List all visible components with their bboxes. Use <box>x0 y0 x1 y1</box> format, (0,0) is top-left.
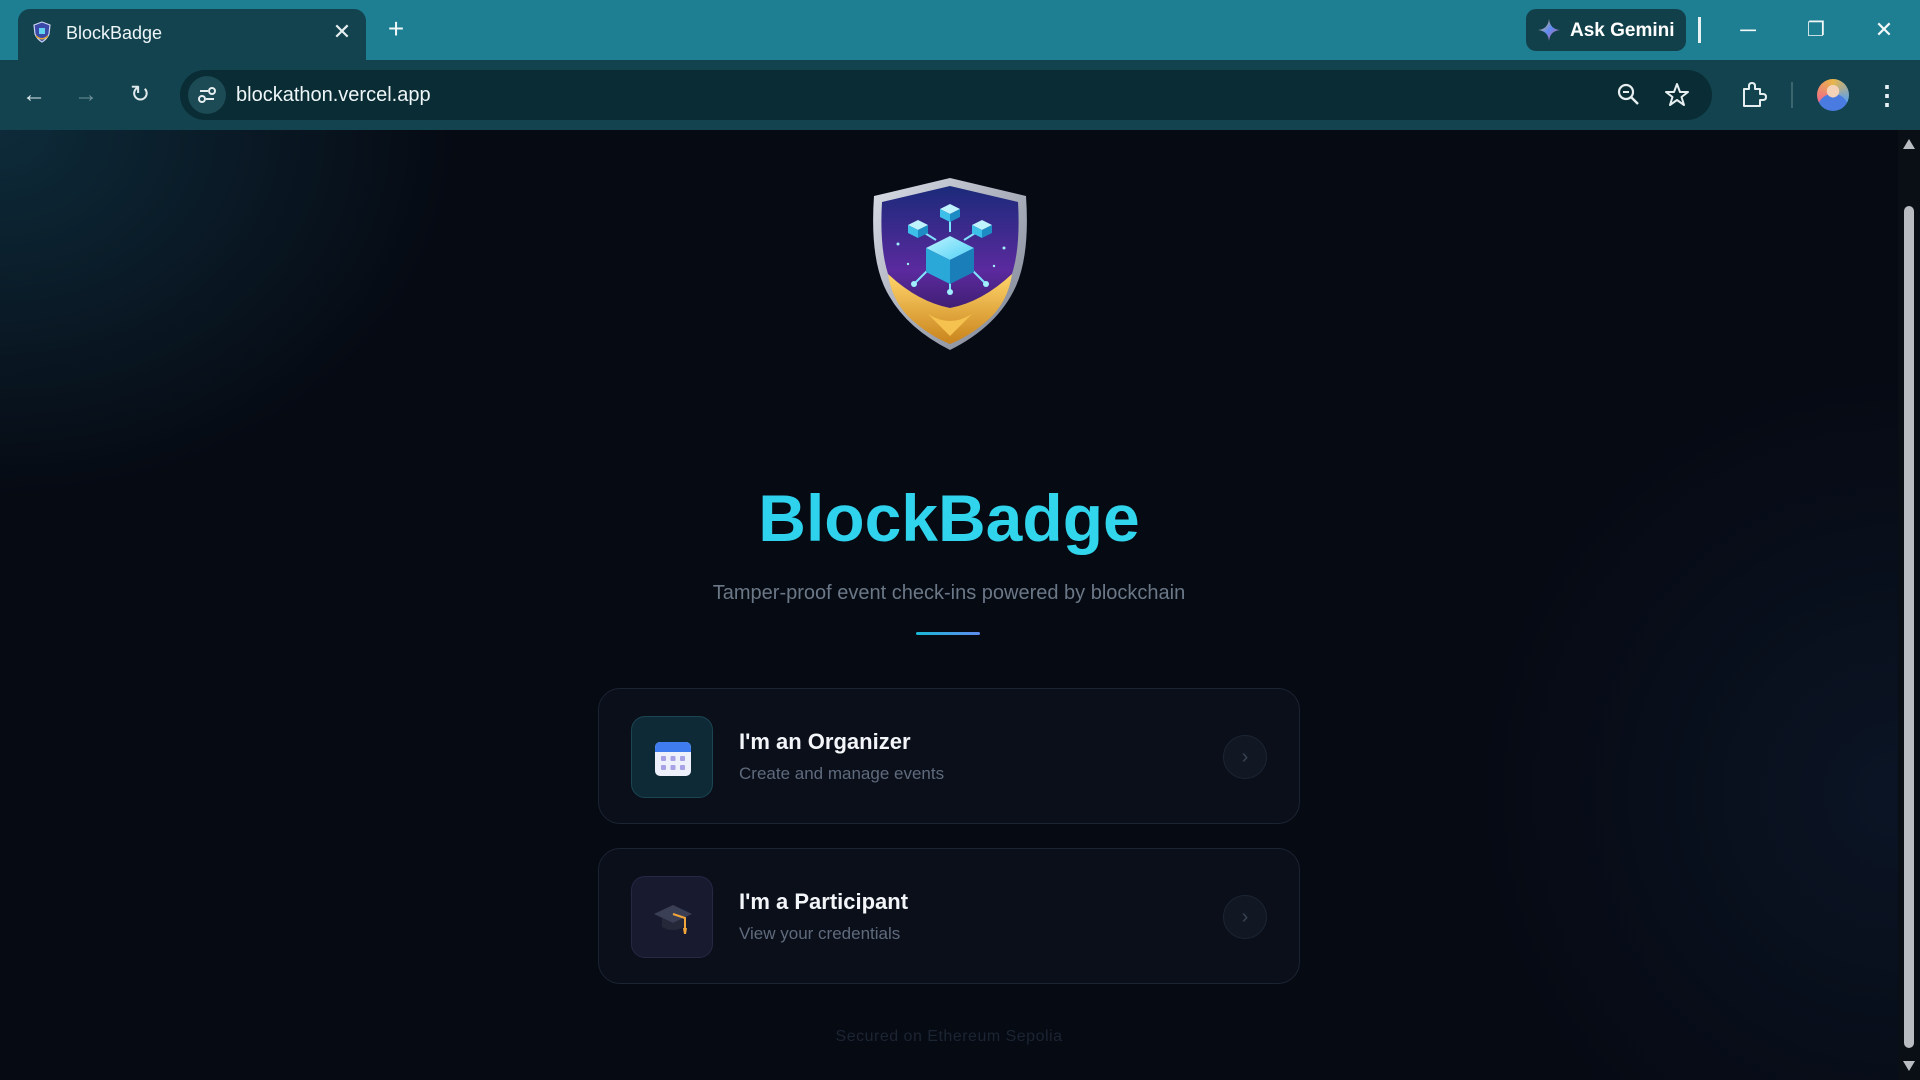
titlebar-separator <box>1698 17 1701 43</box>
scrollbar-thumb[interactable] <box>1904 206 1914 1048</box>
browser-tab[interactable]: BlockBadge ✕ <box>18 9 366 60</box>
page-viewport: BlockBadge Tamper-proof event check-ins … <box>0 130 1898 1080</box>
footer-note: Secured on Ethereum Sepolia <box>835 1028 1063 1045</box>
browser-titlebar: BlockBadge ✕ + Ask Gemini ─ ❐ ✕ <box>0 0 1920 60</box>
organizer-icon-box <box>631 716 713 798</box>
ask-gemini-button[interactable]: Ask Gemini <box>1526 9 1686 51</box>
participant-card-title: I'm a Participant <box>739 889 909 914</box>
graduation-cap-icon <box>654 905 692 934</box>
participant-icon-box <box>631 876 713 958</box>
close-window-icon[interactable]: ✕ <box>1866 12 1902 48</box>
chevron-right-icon[interactable]: › <box>1223 735 1267 779</box>
participant-role-card[interactable]: I'm a Participant View your credentials … <box>598 848 1300 984</box>
organizer-card-title: I'm an Organizer <box>739 729 911 754</box>
title-divider <box>916 632 980 635</box>
forward-icon[interactable]: → <box>68 77 104 113</box>
profile-avatar[interactable] <box>1817 79 1849 111</box>
page-scrollbar[interactable] <box>1898 130 1920 1080</box>
calendar-icon <box>655 742 691 776</box>
participant-card-subtitle: View your credentials <box>739 924 901 943</box>
tab-close-icon[interactable]: ✕ <box>330 20 354 44</box>
restore-icon[interactable]: ❐ <box>1798 12 1834 48</box>
blockbadge-shield-logo <box>873 178 1027 350</box>
bookmark-star-icon[interactable] <box>1664 82 1690 108</box>
address-bar[interactable]: blockathon.vercel.app <box>180 70 1712 120</box>
site-info-icon[interactable] <box>188 76 226 114</box>
tagline: Tamper-proof event check-ins powered by … <box>712 582 1186 604</box>
url-text[interactable]: blockathon.vercel.app <box>236 84 431 107</box>
ask-gemini-label: Ask Gemini <box>1570 20 1675 41</box>
tab-title: BlockBadge <box>66 23 163 43</box>
browser-menu-icon[interactable]: ⋮ <box>1872 80 1902 110</box>
shield-favicon-icon <box>33 21 51 43</box>
organizer-role-card[interactable]: I'm an Organizer Create and manage event… <box>598 688 1300 824</box>
new-tab-button[interactable]: + <box>382 15 410 44</box>
reload-icon[interactable]: ↻ <box>122 77 158 113</box>
toolbar-separator <box>1791 82 1793 108</box>
page-title: BlockBadge <box>0 480 1898 556</box>
organizer-card-subtitle: Create and manage events <box>739 764 945 783</box>
minimize-icon[interactable]: ─ <box>1730 12 1766 48</box>
scroll-up-arrow-icon[interactable] <box>1902 138 1916 150</box>
zoom-icon[interactable] <box>1616 82 1642 108</box>
back-icon[interactable]: ← <box>16 77 52 113</box>
gemini-sparkle-icon <box>1538 19 1560 41</box>
chevron-right-icon[interactable]: › <box>1223 895 1267 939</box>
extensions-icon[interactable] <box>1738 80 1768 110</box>
scroll-down-arrow-icon[interactable] <box>1902 1060 1916 1072</box>
browser-toolbar: ← → ↻ blockathon.vercel.app ⋮ <box>0 60 1920 130</box>
